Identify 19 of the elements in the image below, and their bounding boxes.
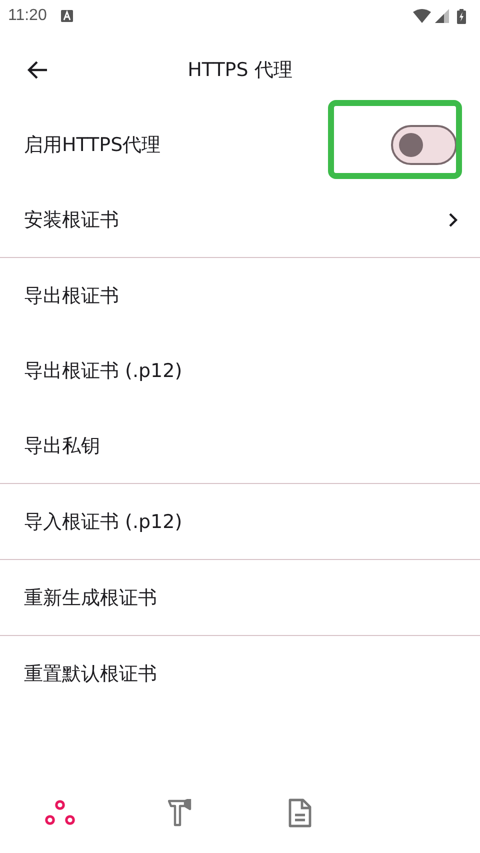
menu-item[interactable]: 导出根证书 (.p12) [0, 333, 480, 408]
menu-item[interactable]: 重新生成根证书 [0, 560, 480, 636]
signal-icon [435, 9, 449, 23]
notification-icon [60, 10, 73, 22]
hammer-icon [168, 799, 192, 827]
battery-icon [457, 8, 466, 24]
setting-label: 安装根证书 [24, 208, 120, 232]
menu-item[interactable]: 导出根证书 [0, 258, 480, 333]
menu-item[interactable]: 重置默认根证书 [0, 636, 480, 711]
page-title: HTTPS 代理 [188, 58, 292, 82]
menu-item[interactable]: 导出私钥 [0, 408, 480, 484]
status-time: 11:20 [8, 7, 47, 25]
wifi-icon [413, 9, 431, 23]
document-icon [288, 798, 312, 828]
menu-item[interactable]: 导入根证书 (.p12) [0, 484, 480, 560]
toggle-switch[interactable] [391, 124, 457, 164]
network-icon [45, 800, 75, 826]
setting-label: 启用HTTPS代理 [24, 132, 162, 158]
chevron-right-icon [448, 212, 458, 226]
